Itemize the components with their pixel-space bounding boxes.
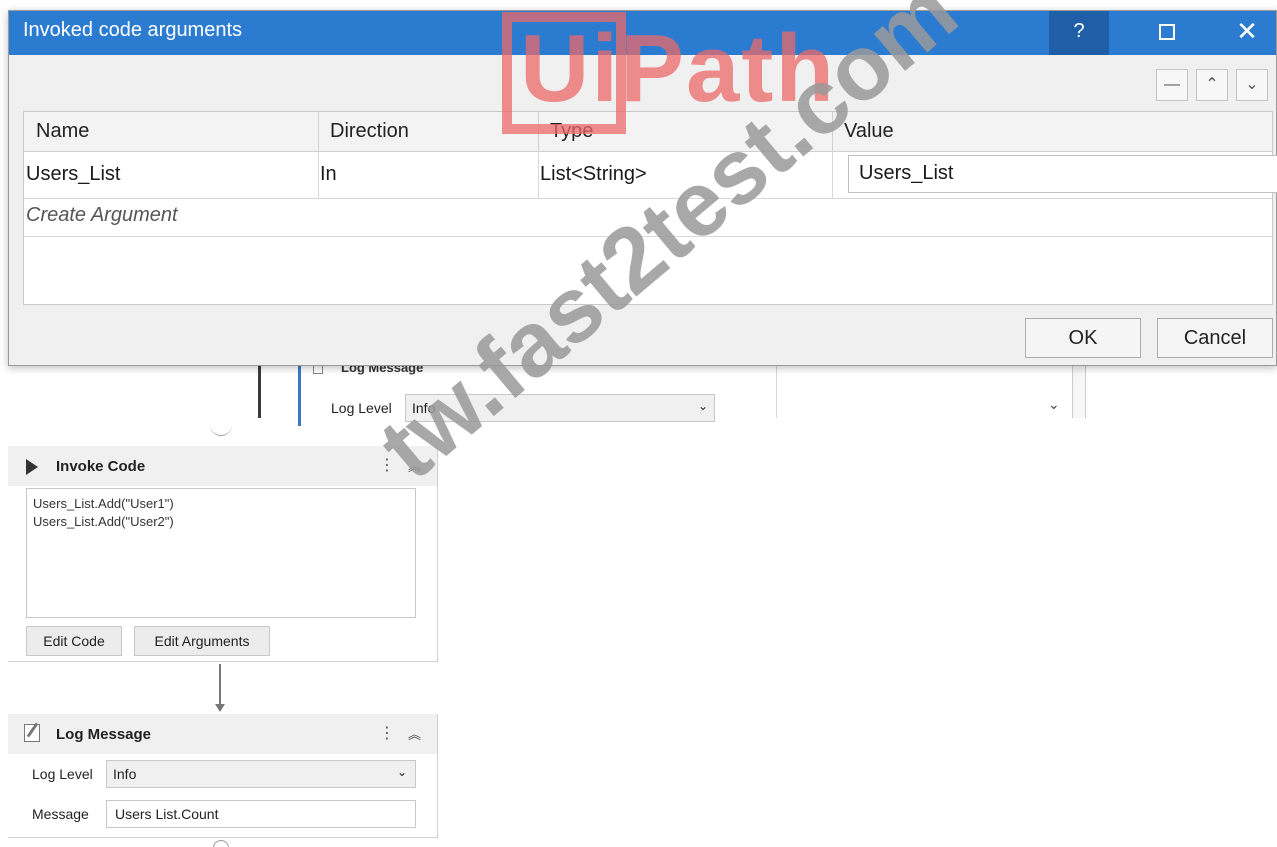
column-header-direction[interactable]: Direction: [330, 120, 409, 143]
log-level-select[interactable]: Info ⌄: [106, 760, 416, 788]
column-separator[interactable]: [318, 112, 319, 152]
code-line: Users_List.Add("User2"): [33, 514, 174, 529]
move-up-button[interactable]: ⌃: [1196, 69, 1228, 101]
chevron-down-icon: ⌄: [396, 765, 407, 779]
sequence-line: [258, 360, 261, 418]
cell-separator: [318, 152, 319, 198]
drop-arc: [210, 422, 232, 436]
log-message-header[interactable]: Log Message ⋮ ︽: [8, 714, 437, 754]
maximize-icon: [1159, 23, 1175, 40]
code-line: Users_List.Add("User1"): [33, 496, 174, 511]
dialog-title: Invoked code arguments: [23, 19, 243, 41]
panel-scrollbar[interactable]: [1072, 366, 1086, 418]
argument-type-cell[interactable]: List<String>: [540, 163, 647, 186]
flow-arrow-icon: [215, 704, 225, 712]
message-input[interactable]: Users List.Count: [106, 800, 416, 828]
chevron-down-icon[interactable]: ⌄: [1048, 396, 1060, 413]
edit-arguments-button[interactable]: Edit Arguments: [134, 626, 270, 656]
argument-value-input[interactable]: Users_List: [848, 155, 1277, 193]
argument-name-cell[interactable]: Users_List: [26, 163, 120, 186]
cancel-button[interactable]: Cancel: [1157, 318, 1273, 358]
collapse-icon[interactable]: ︽: [408, 724, 421, 743]
close-button[interactable]: ✕: [1217, 11, 1277, 55]
panel-divider: [776, 366, 777, 418]
code-editor[interactable]: Users_List.Add("User1") Users_List.Add("…: [26, 488, 416, 618]
argument-direction-cell[interactable]: In: [320, 163, 337, 186]
edit-code-button[interactable]: Edit Code: [26, 626, 122, 656]
invoke-code-title: Invoke Code: [56, 458, 146, 475]
help-button[interactable]: ?: [1049, 11, 1109, 55]
log-message-icon: [24, 724, 40, 742]
move-down-button[interactable]: ⌄: [1236, 69, 1268, 101]
add-activity-icon[interactable]: [213, 840, 229, 847]
log-level-value: Info: [113, 766, 137, 782]
cell-separator: [538, 152, 539, 198]
message-label: Message: [32, 806, 89, 822]
more-options-icon[interactable]: ⋮: [379, 723, 395, 743]
invoke-code-header[interactable]: Invoke Code ⋮ ︽: [8, 446, 437, 486]
log-message-title: Log Message: [56, 726, 152, 743]
column-header-name[interactable]: Name: [36, 120, 89, 143]
create-argument-link[interactable]: Create Argument: [26, 204, 178, 227]
ok-button[interactable]: OK: [1025, 318, 1141, 358]
flow-connector: [219, 664, 221, 708]
expand-triangle-icon[interactable]: [26, 459, 38, 475]
delete-argument-button[interactable]: —: [1156, 69, 1188, 101]
maximize-button[interactable]: [1137, 11, 1197, 55]
chevron-down-icon: ⌄: [697, 399, 708, 413]
log-level-label: Log Level: [32, 766, 93, 782]
